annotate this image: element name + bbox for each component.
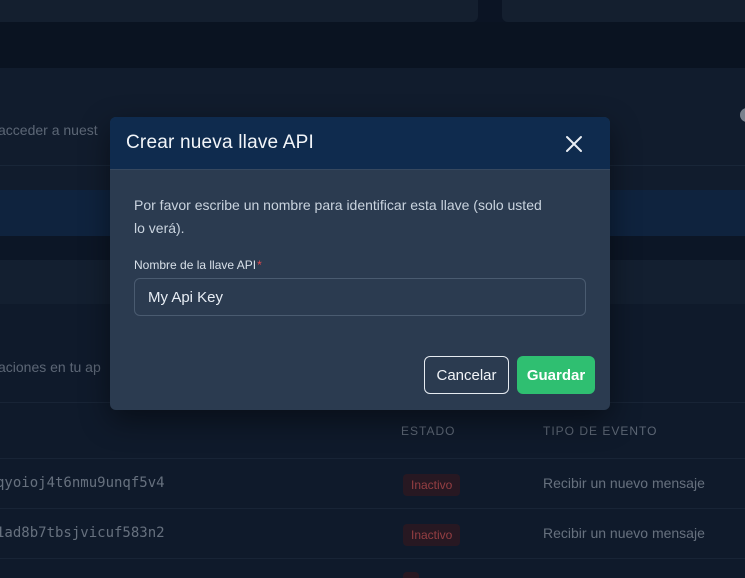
api-key-name-input[interactable] [134,278,586,316]
required-mark: * [257,258,262,272]
modal-title: Crear nueva llave API [126,132,314,153]
close-button[interactable] [562,132,586,156]
api-key-name-label: Nombre de la llave API* [134,258,262,272]
field-label-text: Nombre de la llave API [134,258,257,272]
close-icon [566,136,582,152]
create-api-key-modal: Crear nueva llave API Por favor escribe … [110,117,610,410]
modal-description: Por favor escribe un nombre para identif… [134,197,542,236]
cancel-button[interactable]: Cancelar [424,356,509,394]
modal-header: Crear nueva llave API [110,117,610,170]
save-button[interactable]: Guardar [517,356,595,394]
